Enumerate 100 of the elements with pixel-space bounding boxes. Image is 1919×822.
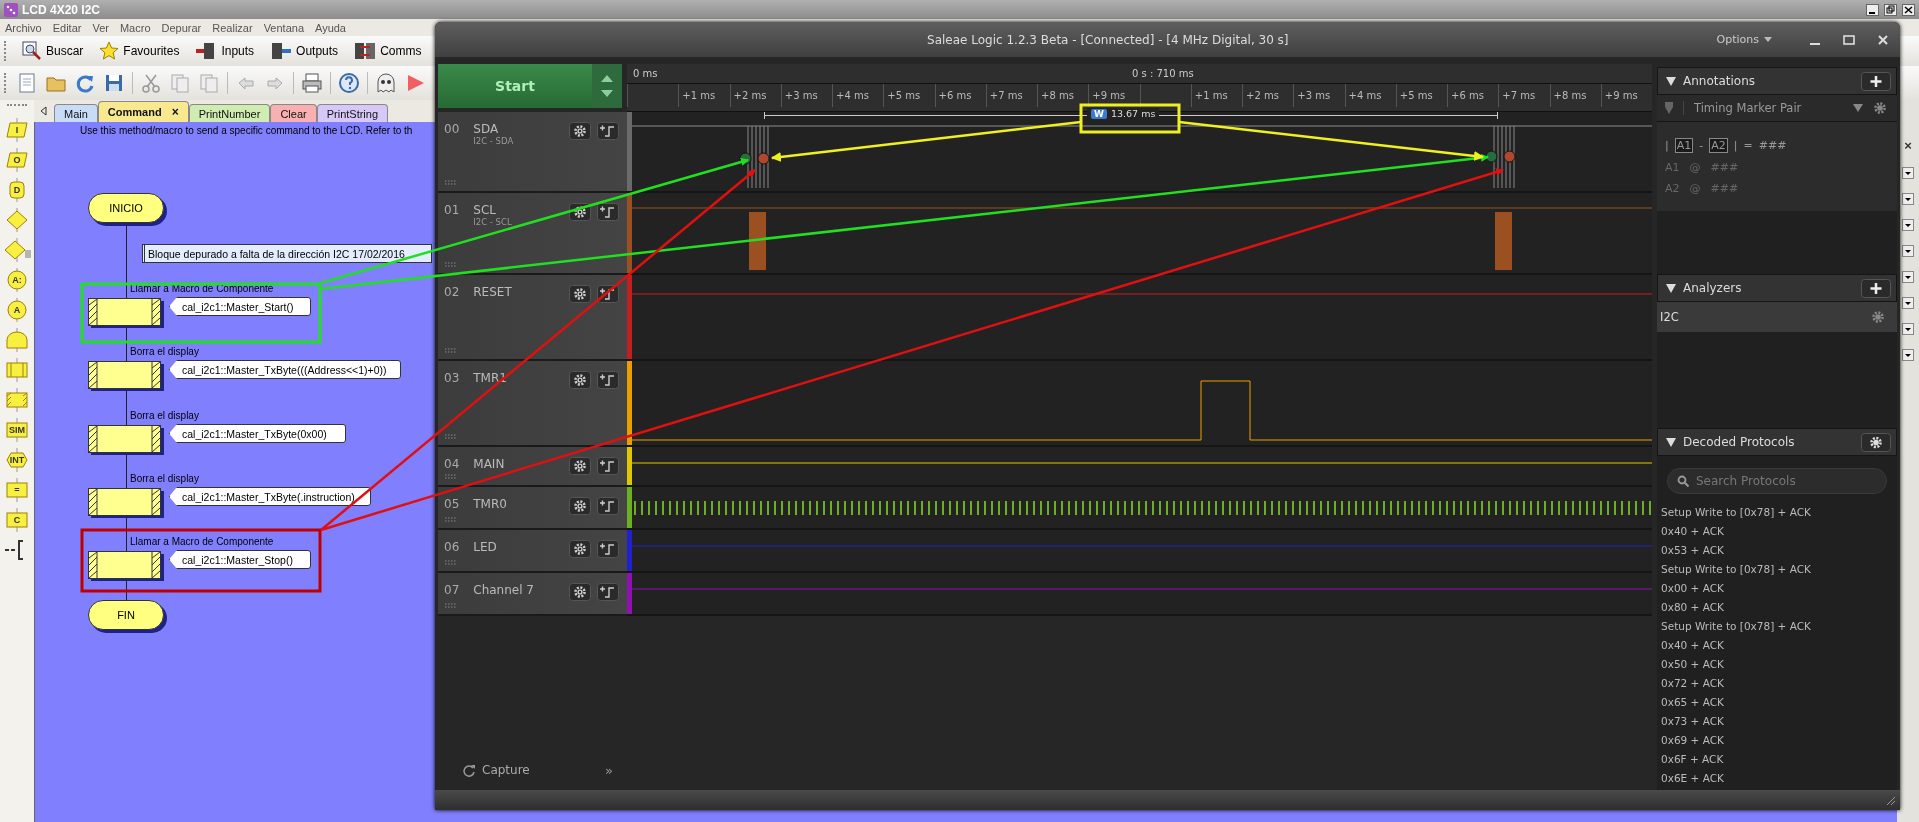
options-menu[interactable]: Options bbox=[1710, 32, 1778, 47]
decoded-row[interactable]: 0x72 + ACK bbox=[1661, 673, 1893, 692]
close-button[interactable]: × bbox=[1904, 138, 1912, 153]
trigger-edge-icon[interactable] bbox=[597, 122, 619, 140]
tick-label: +7 ms bbox=[1502, 90, 1536, 101]
settings-icon[interactable] bbox=[569, 371, 591, 389]
decoded-row[interactable]: 0x53 + ACK bbox=[1661, 540, 1893, 559]
channel-name[interactable]: TMR0 bbox=[473, 497, 563, 511]
collapse-triangle-icon[interactable] bbox=[1666, 437, 1676, 447]
trigger-edge-icon[interactable] bbox=[597, 583, 619, 601]
decoded-row[interactable]: 0x40 + ACK bbox=[1661, 521, 1893, 540]
timing-marker[interactable] bbox=[739, 152, 752, 165]
close-tab-button[interactable]: × bbox=[171, 105, 179, 119]
toolbar-button[interactable]: Outputs bbox=[267, 39, 342, 63]
trigger-edge-icon[interactable] bbox=[597, 203, 619, 221]
measurement-value: 13.67 ms bbox=[1110, 108, 1156, 119]
drag-handle-icon[interactable] bbox=[445, 262, 457, 267]
scroll-left-icon[interactable] bbox=[40, 106, 48, 116]
channel-number: 07 bbox=[444, 583, 460, 597]
save-icon[interactable] bbox=[103, 72, 125, 94]
analyzer-row[interactable]: I2C bbox=[1657, 302, 1897, 332]
tab[interactable]: PrintString bbox=[316, 104, 389, 122]
drag-handle-icon[interactable] bbox=[445, 180, 457, 185]
tab[interactable]: PrintNumber bbox=[188, 104, 271, 122]
drag-handle-icon[interactable] bbox=[445, 560, 457, 565]
ghost-icon[interactable] bbox=[375, 72, 397, 94]
drag-handle-icon[interactable] bbox=[445, 434, 457, 439]
settings-icon[interactable] bbox=[569, 122, 591, 140]
trigger-edge-icon[interactable] bbox=[597, 497, 619, 515]
channel-name[interactable]: Channel 7 bbox=[473, 583, 563, 597]
drag-handle-icon[interactable] bbox=[445, 603, 457, 608]
decoded-row[interactable]: 0x6F + ACK bbox=[1661, 749, 1893, 768]
up-down-arrows-icon[interactable] bbox=[592, 64, 622, 108]
drag-handle-icon[interactable] bbox=[445, 474, 457, 479]
close-icon[interactable] bbox=[1876, 32, 1890, 47]
close-icon[interactable] bbox=[1902, 3, 1915, 16]
decoded-row[interactable]: Setup Write to [0x78] + ACK bbox=[1661, 502, 1893, 521]
resize-grip-icon[interactable] bbox=[1884, 794, 1896, 806]
timing-marker[interactable] bbox=[1503, 150, 1516, 163]
decoded-row[interactable]: 0x80 + ACK bbox=[1661, 597, 1893, 616]
toolbar-button[interactable]: Favourites bbox=[96, 39, 183, 63]
tab[interactable]: Command × bbox=[97, 101, 189, 122]
settings-icon[interactable] bbox=[569, 457, 591, 475]
scissors-icon[interactable] bbox=[140, 72, 162, 94]
collapse-triangle-icon[interactable] bbox=[1666, 283, 1676, 293]
menu-item[interactable]: Ver bbox=[92, 21, 109, 34]
channel-name[interactable]: RESET bbox=[473, 285, 563, 299]
menu-item[interactable]: Editar bbox=[52, 21, 82, 34]
menu-item[interactable]: Depurar bbox=[161, 21, 202, 34]
drag-handle-icon[interactable] bbox=[445, 348, 457, 353]
decoded-row[interactable]: Setup Write to [0x78] + ACK bbox=[1661, 559, 1893, 578]
printer-icon[interactable] bbox=[301, 72, 323, 94]
settings-icon[interactable] bbox=[569, 497, 591, 515]
component-tool-button[interactable] bbox=[3, 388, 31, 412]
channel-name[interactable]: SDA bbox=[473, 122, 563, 136]
decoded-row[interactable]: 0x50 + ACK bbox=[1661, 654, 1893, 673]
expand-button[interactable]: » bbox=[605, 762, 613, 778]
app-icon bbox=[4, 2, 18, 17]
decoded-row[interactable]: 0x73 + ACK bbox=[1661, 711, 1893, 730]
menu-item[interactable]: Realizar bbox=[212, 21, 253, 34]
search-field[interactable]: Search Protocols bbox=[1667, 468, 1887, 494]
settings-icon[interactable] bbox=[569, 285, 591, 303]
decoded-row[interactable]: 0x40 + ACK bbox=[1661, 635, 1893, 654]
add-icon[interactable] bbox=[1861, 278, 1891, 298]
channel-name[interactable]: MAIN bbox=[473, 457, 563, 471]
settings-icon[interactable] bbox=[569, 540, 591, 558]
delay-tool-button[interactable]: D bbox=[3, 178, 31, 202]
drag-handle-icon[interactable] bbox=[445, 517, 457, 522]
tab[interactable]: Main bbox=[54, 104, 98, 122]
help-icon[interactable] bbox=[338, 72, 360, 94]
trigger-edge-icon[interactable] bbox=[597, 371, 619, 389]
tab[interactable]: Clear bbox=[270, 104, 317, 122]
collapse-triangle-icon[interactable] bbox=[1666, 76, 1676, 86]
channel-name[interactable]: SCL bbox=[473, 203, 563, 217]
switch-tool-button[interactable] bbox=[3, 238, 31, 262]
toolbar-button[interactable]: Inputs bbox=[192, 39, 258, 63]
capture-button[interactable]: Capture bbox=[482, 763, 530, 777]
decoded-row[interactable]: 0x69 + ACK bbox=[1661, 730, 1893, 749]
menu-item[interactable]: Macro bbox=[119, 21, 151, 34]
channel-name[interactable]: LED bbox=[473, 540, 563, 554]
timing-marker[interactable] bbox=[757, 152, 770, 165]
trigger-edge-icon[interactable] bbox=[597, 457, 619, 475]
start-button[interactable]: Start bbox=[438, 64, 592, 108]
decoded-row[interactable]: 0x65 + ACK bbox=[1661, 692, 1893, 711]
decoded-row[interactable]: 0x6E + ACK bbox=[1661, 768, 1893, 787]
add-icon[interactable] bbox=[1861, 71, 1891, 91]
settings-icon[interactable] bbox=[569, 583, 591, 601]
menu-item[interactable]: Ayuda bbox=[315, 21, 346, 34]
timing-marker[interactable] bbox=[1485, 150, 1498, 163]
toolbar-button[interactable]: Comms bbox=[351, 39, 425, 63]
toolbar-button[interactable]: Buscar bbox=[19, 39, 87, 63]
maximize-icon[interactable] bbox=[1842, 32, 1856, 47]
settings-icon[interactable] bbox=[1861, 432, 1891, 452]
restore-icon[interactable] bbox=[1884, 3, 1897, 16]
decoded-row[interactable]: 0x00 + ACK bbox=[1661, 578, 1893, 597]
decoded-row[interactable]: Setup Write to [0x78] + ACK bbox=[1661, 616, 1893, 635]
menu-item[interactable]: Ventana bbox=[263, 21, 304, 34]
minimize-icon[interactable] bbox=[1866, 3, 1879, 16]
menu-item[interactable]: Archivo bbox=[5, 21, 42, 34]
trigger-edge-icon[interactable] bbox=[597, 540, 619, 558]
